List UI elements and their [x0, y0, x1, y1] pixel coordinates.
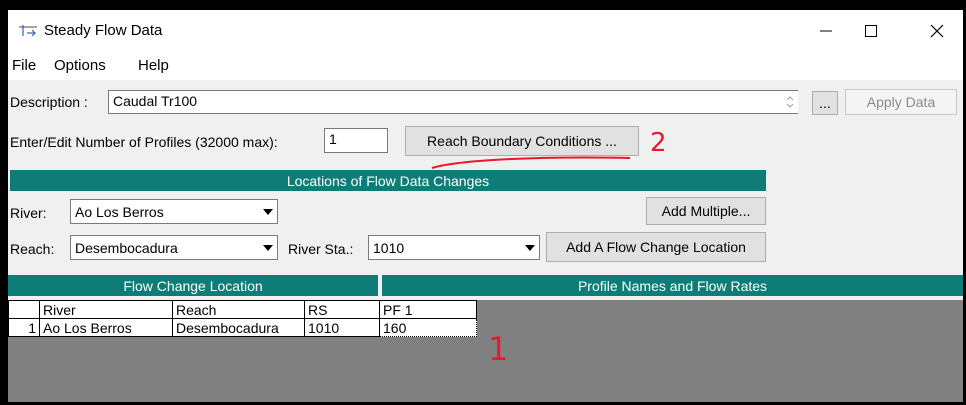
column-header-rs: RS — [304, 300, 380, 319]
reach-select[interactable]: Desembocadura — [70, 235, 278, 260]
column-header-river: River — [39, 300, 173, 319]
reach-select-value: Desembocadura — [75, 240, 178, 256]
minimize-button[interactable] — [803, 10, 849, 52]
river-label: River: — [10, 205, 47, 221]
description-spinner[interactable] — [782, 91, 798, 113]
profiles-count-field[interactable]: 1 — [324, 128, 388, 153]
river-select-value: Ao Los Berros — [75, 204, 164, 220]
river-station-value: 1010 — [373, 240, 405, 256]
flow-data-icon — [19, 25, 37, 37]
maximize-button[interactable] — [848, 10, 894, 52]
profile-names-header: Profile Names and Flow Rates — [382, 275, 963, 296]
menu-file[interactable]: File — [12, 57, 36, 74]
menu-bar: File Options Help — [8, 52, 963, 80]
table-header-row: River Reach RS PF 1 — [8, 300, 477, 319]
cell-reach[interactable]: Desembocadura — [172, 318, 305, 337]
cell-rs[interactable]: 1010 — [304, 318, 380, 337]
flow-change-location-header: Flow Change Location — [8, 275, 378, 296]
close-icon — [930, 24, 944, 38]
minimize-icon — [820, 30, 832, 32]
window-title: Steady Flow Data — [44, 22, 163, 39]
title-bar: Steady Flow Data — [8, 10, 963, 52]
close-button[interactable] — [914, 10, 960, 52]
river-select[interactable]: Ao Los Berros — [70, 199, 278, 224]
river-station-select[interactable]: 1010 — [368, 235, 540, 260]
menu-help[interactable]: Help — [138, 57, 169, 74]
column-header-reach: Reach — [172, 300, 305, 319]
profiles-label: Enter/Edit Number of Profiles (32000 max… — [10, 134, 278, 150]
column-header-pf1: PF 1 — [379, 300, 477, 319]
chevron-down-icon — [259, 200, 277, 223]
add-flow-change-location-button[interactable]: Add A Flow Change Location — [546, 232, 766, 262]
description-field[interactable]: Caudal Tr100 — [108, 90, 798, 114]
steady-flow-window: Steady Flow Data File Options Help Descr… — [8, 10, 963, 402]
description-browse-button[interactable]: ... — [812, 91, 838, 115]
annotation-mark-1: 1 — [488, 330, 509, 368]
annotation-underline-2 — [431, 156, 631, 169]
menu-options[interactable]: Options — [54, 57, 106, 74]
maximize-icon — [865, 25, 877, 37]
table-row[interactable]: 1 Ao Los Berros Desembocadura 1010 160 — [8, 318, 477, 337]
row-number: 1 — [8, 318, 40, 337]
apply-data-button[interactable]: Apply Data — [845, 89, 957, 115]
cell-river[interactable]: Ao Los Berros — [39, 318, 173, 337]
add-multiple-button[interactable]: Add Multiple... — [646, 197, 766, 225]
cell-pf1-flow[interactable]: 160 — [379, 318, 477, 337]
chevron-down-icon — [259, 236, 277, 259]
annotation-mark-2: 2 — [650, 128, 667, 158]
locations-header: Locations of Flow Data Changes — [10, 170, 766, 191]
flow-table: River Reach RS PF 1 1 Ao Los Berros Dese… — [8, 300, 477, 337]
description-label: Description : — [10, 94, 88, 110]
row-number-header — [8, 300, 40, 319]
chevron-down-icon — [521, 236, 539, 259]
river-station-label: River Sta.: — [288, 241, 354, 257]
reach-label: Reach: — [10, 241, 55, 257]
spin-arrows-icon — [786, 96, 794, 108]
